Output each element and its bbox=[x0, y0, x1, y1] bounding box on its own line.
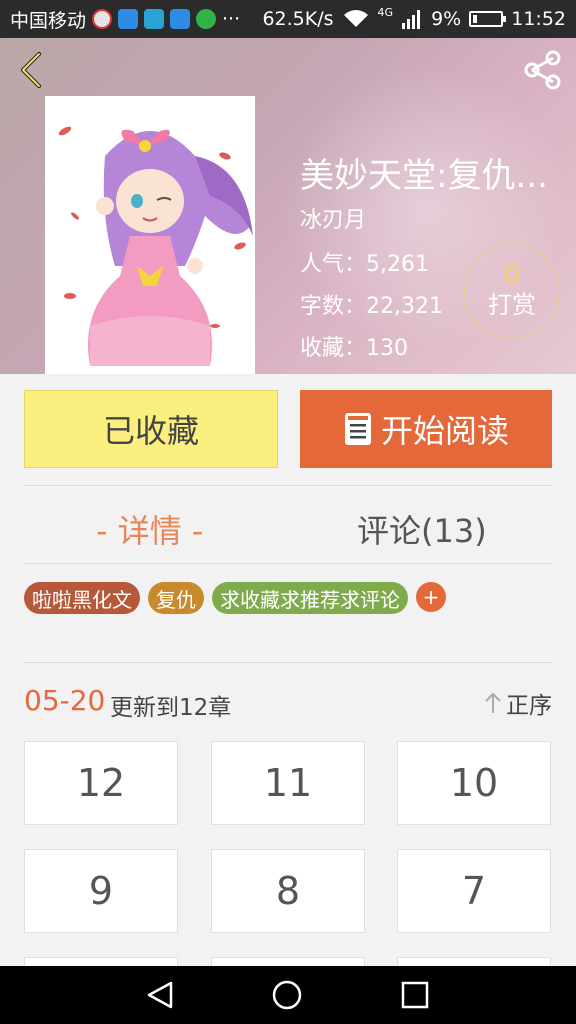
carrier-label: 中国移动 bbox=[10, 9, 87, 32]
signal-icon bbox=[402, 10, 421, 29]
favorited-button[interactable]: 已收藏 bbox=[24, 390, 278, 468]
system-nav-bar bbox=[0, 966, 576, 1024]
more-notifications: ··· bbox=[222, 8, 241, 30]
book-author[interactable]: 冰刃月 bbox=[300, 202, 366, 234]
chapter-tile[interactable]: 7 bbox=[397, 849, 551, 933]
start-reading-button[interactable]: 开始阅读 bbox=[300, 390, 552, 468]
share-button[interactable] bbox=[520, 50, 566, 90]
chapter-tile[interactable]: 11 bbox=[211, 741, 365, 825]
network-speed: 62.5K/s bbox=[262, 8, 334, 30]
favorited-label: 已收藏 bbox=[102, 412, 199, 450]
battery-percent: 9% bbox=[431, 8, 462, 30]
network-type: 4G bbox=[377, 5, 394, 19]
battery-icon bbox=[469, 11, 507, 27]
wechat-icon bbox=[196, 9, 217, 29]
tag-list: 啦啦黑化文 复仇 求收藏求推荐求评论 + bbox=[24, 582, 446, 614]
book-header: 美妙天堂:复仇... 冰刃月 人气：5,261 字数：22,321 收藏：130… bbox=[0, 38, 576, 374]
chapter-tile-partial[interactable] bbox=[397, 957, 551, 966]
chapter-tile-partial[interactable] bbox=[24, 957, 178, 966]
clock: 11:52 bbox=[511, 8, 566, 30]
tag-item[interactable]: 求收藏求推荐求评论 bbox=[212, 582, 408, 614]
update-text: 更新到12章 bbox=[110, 695, 232, 721]
book-detail-main: 已收藏 开始阅读 - 详情 - 评论(13) 啦啦黑化文 复仇 求收藏求推荐求评… bbox=[0, 374, 576, 966]
back-button[interactable] bbox=[14, 50, 48, 90]
popularity-stat: 人气：5,261 bbox=[300, 252, 429, 277]
tab-detail[interactable]: - 详情 - bbox=[96, 506, 203, 552]
wifi-app-icon bbox=[170, 9, 191, 29]
status-bar: 中国移动 ··· 62.5K/s 4G 9% 11:52 bbox=[0, 0, 576, 38]
chapter-tile[interactable]: 12 bbox=[24, 741, 178, 825]
recents-nav-icon[interactable] bbox=[400, 980, 430, 1010]
weibo-icon bbox=[92, 9, 113, 29]
reward-count: 0 bbox=[503, 260, 521, 291]
chapter-tile-partial[interactable] bbox=[211, 957, 365, 966]
word-count-stat: 字数：22,321 bbox=[300, 294, 443, 319]
book-cover bbox=[45, 96, 255, 374]
update-date: 05-20 bbox=[24, 684, 106, 717]
wifi-app-icon bbox=[118, 9, 139, 29]
arrow-up-icon bbox=[485, 692, 501, 713]
sort-label: 正序 bbox=[506, 693, 552, 719]
tab-comments[interactable]: 评论(13) bbox=[357, 506, 487, 552]
chapter-tile[interactable]: 10 bbox=[397, 741, 551, 825]
add-tag-button[interactable]: + bbox=[416, 582, 446, 612]
sort-toggle[interactable]: 正序 bbox=[484, 686, 552, 720]
tag-item[interactable]: 啦啦黑化文 bbox=[24, 582, 140, 614]
message-icon bbox=[144, 9, 165, 29]
chapter-tile[interactable]: 8 bbox=[211, 849, 365, 933]
divider bbox=[24, 563, 552, 564]
divider bbox=[24, 662, 552, 663]
share-icon bbox=[524, 50, 561, 90]
reward-button[interactable]: 0 打赏 bbox=[464, 243, 560, 339]
book-title: 美妙天堂:复仇... bbox=[300, 156, 548, 196]
chevron-left-icon bbox=[21, 52, 41, 88]
divider bbox=[24, 485, 552, 486]
cover-illustration bbox=[45, 96, 255, 374]
start-reading-label: 开始阅读 bbox=[380, 412, 509, 450]
book-icon bbox=[344, 413, 371, 445]
tag-item[interactable]: 复仇 bbox=[148, 582, 204, 614]
reward-label: 打赏 bbox=[488, 290, 536, 319]
chapter-tile[interactable]: 9 bbox=[24, 849, 178, 933]
back-nav-icon[interactable] bbox=[143, 979, 177, 1011]
home-nav-icon[interactable] bbox=[270, 978, 304, 1012]
favorites-stat: 收藏：130 bbox=[300, 336, 408, 361]
wifi-icon bbox=[343, 10, 368, 27]
